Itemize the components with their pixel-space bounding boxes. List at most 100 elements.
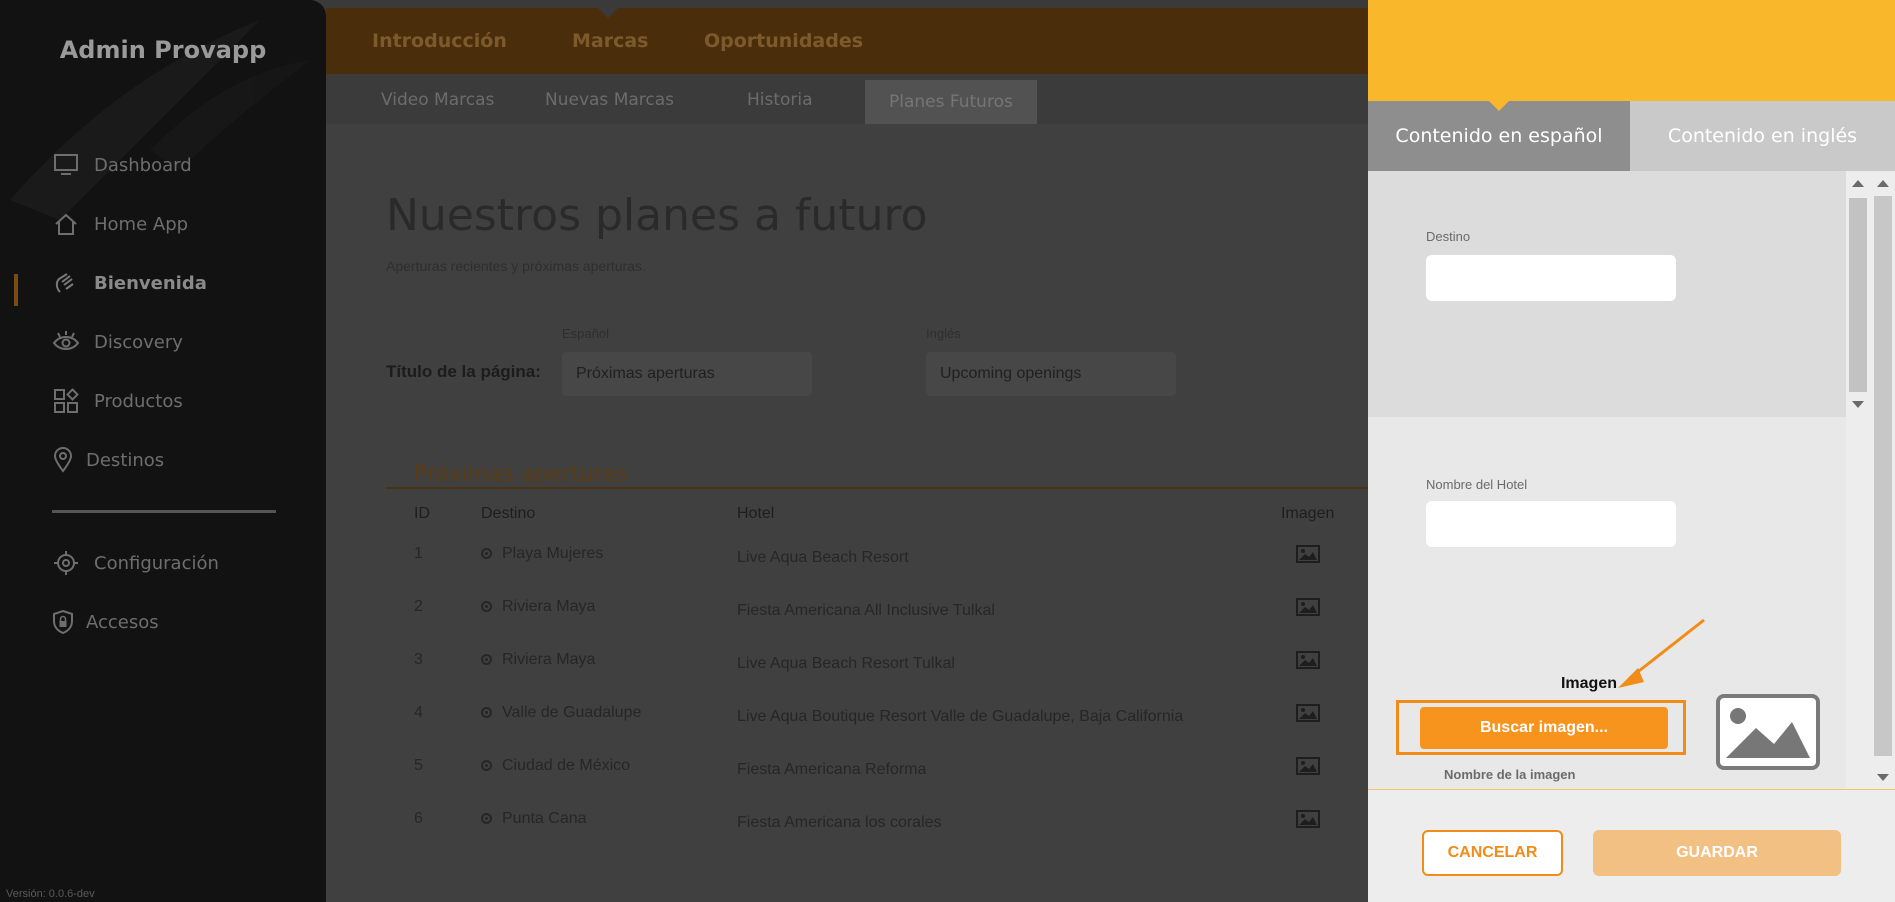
sidebar: Admin Provapp Dashboard Home App Bienven… [0,0,326,902]
row-destino: Riviera Maya [481,598,595,616]
row-destino: Riviera Maya [481,651,595,669]
sidebar-item-accesos[interactable]: Accesos [52,607,159,637]
scroll-up-icon[interactable] [1852,180,1864,187]
destino-block: Destino [1368,171,1846,417]
image-placeholder-icon[interactable] [1716,694,1820,770]
row-destino: Punta Cana [481,810,587,828]
scroll-up-icon[interactable] [1877,180,1889,187]
subtab-nuevas-marcas[interactable]: Nuevas Marcas [545,90,674,110]
hotel-name-input[interactable] [1426,501,1676,547]
footer-divider [1368,789,1895,790]
sidebar-item-productos[interactable]: Productos [52,386,183,416]
home-icon [52,210,80,238]
title-en-field[interactable]: Upcoming openings [926,352,1176,396]
column-header-id: ID [414,505,430,522]
eye-icon [52,328,80,356]
save-button[interactable]: GUARDAR [1593,830,1841,876]
sidebar-item-label: Bienvenida [94,272,207,294]
row-id: 2 [414,598,423,615]
sidebar-item-label: Dashboard [94,154,192,176]
subtab-video-marcas[interactable]: Video Marcas [381,90,494,110]
row-id: 5 [414,757,423,774]
table-row[interactable]: 6 Punta Cana Fiesta Americana los corale… [326,810,1368,863]
table-row[interactable]: 3 Riviera Maya Live Aqua Beach Resort Tu… [326,651,1368,704]
edit-panel: Contenido en español Contenido en inglés… [1368,0,1895,902]
location-dot-icon [481,707,492,718]
subtab-historia[interactable]: Historia [747,90,813,110]
column-header-destino: Destino [481,505,536,522]
tab-oportunidades[interactable]: Oportunidades [704,30,863,52]
scroll-thumb[interactable] [1874,196,1892,756]
image-icon[interactable] [1296,545,1320,563]
image-icon[interactable] [1296,598,1320,616]
shield-lock-icon [52,608,74,636]
title-es-field[interactable]: Próximas aperturas [562,352,812,396]
destino-text: Ciudad de México [502,757,631,774]
brand-title: Admin Provapp [59,36,267,64]
active-tab-notch [1489,101,1509,111]
row-id: 3 [414,651,423,668]
image-icon[interactable] [1296,757,1320,775]
tab-introduccion[interactable]: Introducción [372,30,507,52]
sidebar-item-dashboard[interactable]: Dashboard [52,150,192,180]
row-id: 6 [414,810,423,827]
table-row[interactable]: 4 Valle de Guadalupe Live Aqua Boutique … [326,704,1368,757]
destino-text: Riviera Maya [502,598,596,615]
image-icon[interactable] [1296,651,1320,669]
sidebar-item-home-app[interactable]: Home App [52,209,188,239]
column-header-hotel: Hotel [737,505,775,522]
table-row[interactable]: 1 Playa Mujeres Live Aqua Beach Resort [326,545,1368,598]
image-label: Imagen [1560,675,1617,692]
row-hotel: Live Aqua Boutique Resort Valle de Guada… [737,708,1184,725]
sub-navigation: Video Marcas Nuevas Marcas Historia Plan… [326,74,1368,124]
destino-input[interactable] [1426,255,1676,301]
table-row[interactable]: 2 Riviera Maya Fiesta Americana All Incl… [326,598,1368,651]
image-icon[interactable] [1296,704,1320,722]
cancel-button[interactable]: CANCELAR [1422,830,1563,876]
sidebar-item-configuracion[interactable]: Configuración [52,548,219,578]
scroll-thumb[interactable] [1849,198,1867,392]
gear-icon [52,549,80,577]
destino-text: Punta Cana [502,810,587,827]
sidebar-item-label: Productos [94,390,183,412]
scroll-down-icon[interactable] [1852,401,1864,408]
page-title-label: Título de la página: [386,362,541,381]
map-pin-icon [52,446,74,474]
page-title: Nuestros planes a futuro [386,190,928,241]
tab-contenido-espanol[interactable]: Contenido en español [1368,101,1630,171]
grid-shapes-icon [52,387,80,415]
wave-hand-icon [52,269,80,297]
row-id: 4 [414,704,423,721]
language-tabs: Contenido en español Contenido en inglés [1368,101,1895,171]
tab-contenido-ingles[interactable]: Contenido en inglés [1630,101,1895,171]
sidebar-item-destinos[interactable]: Destinos [52,445,164,475]
main-content: Introducción Marcas Oportunidades Video … [326,0,1368,902]
row-hotel: Fiesta Americana Reforma [737,761,927,778]
monitor-icon [52,151,80,179]
table-row[interactable]: 5 Ciudad de México Fiesta Americana Refo… [326,757,1368,810]
page-subtitle: Aperturas recientes y próximas aperturas… [386,258,646,274]
image-icon[interactable] [1296,810,1320,828]
hotel-name-label: Nombre del Hotel [1426,477,1528,492]
inner-scrollbar[interactable] [1846,176,1870,416]
location-dot-icon [481,654,492,665]
row-hotel: Fiesta Americana los corales [737,814,942,831]
scroll-down-icon[interactable] [1877,774,1889,781]
active-tab-notch [598,8,618,18]
sidebar-item-label: Accesos [86,611,159,633]
location-dot-icon [481,813,492,824]
sidebar-item-discovery[interactable]: Discovery [52,327,183,357]
row-id: 1 [414,545,423,562]
row-hotel: Live Aqua Beach Resort [737,549,909,566]
search-image-button[interactable]: Buscar imagen... [1420,707,1668,749]
sidebar-item-bienvenida[interactable]: Bienvenida [52,268,207,298]
subtab-planes-futuros[interactable]: Planes Futuros [865,80,1037,124]
panel-header [1368,0,1895,101]
row-destino: Valle de Guadalupe [481,704,641,722]
active-indicator [14,274,18,306]
location-dot-icon [481,760,492,771]
outer-scrollbar[interactable] [1870,176,1895,790]
tab-marcas[interactable]: Marcas [572,30,649,52]
row-destino: Playa Mujeres [481,545,603,563]
row-destino: Ciudad de México [481,757,630,775]
